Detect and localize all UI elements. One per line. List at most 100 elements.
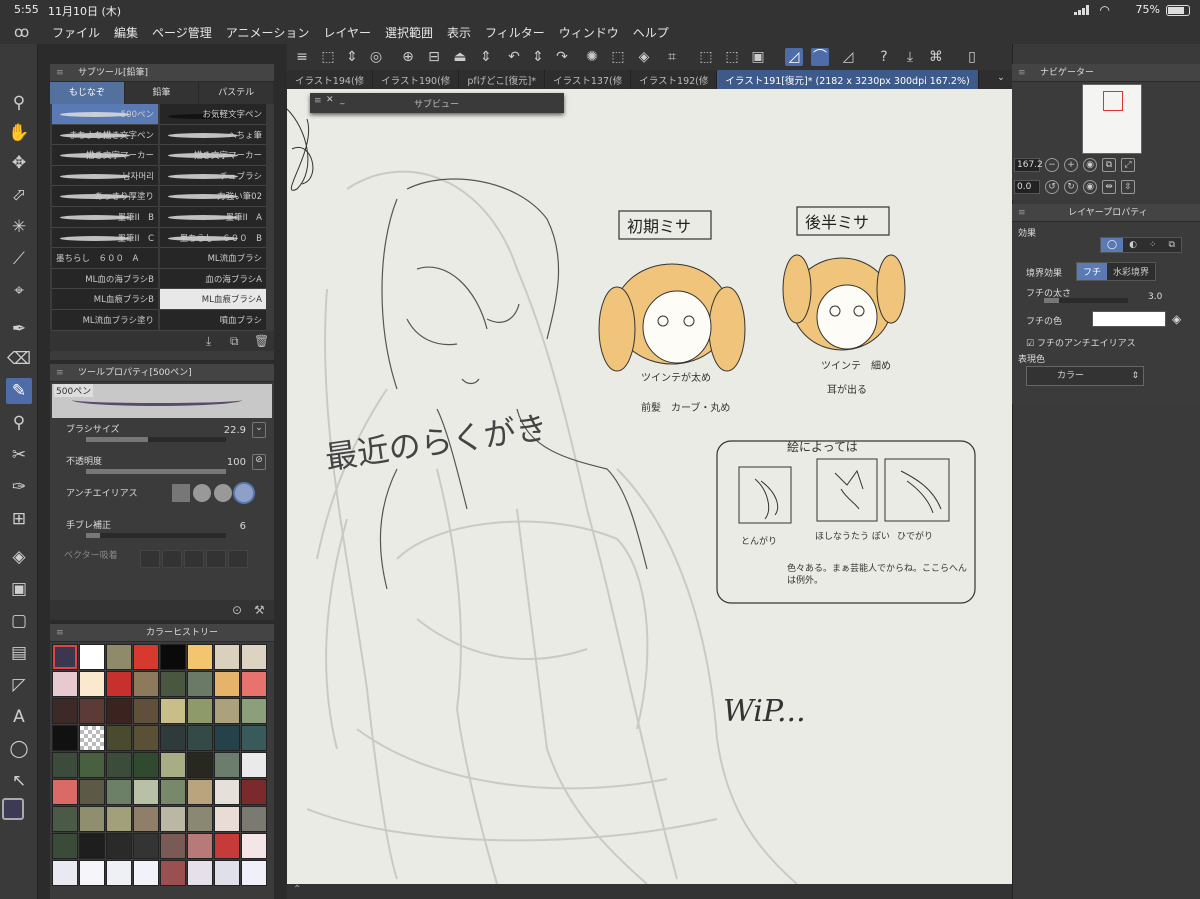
opt-edge[interactable]: フチ (1077, 263, 1108, 280)
grip-icon[interactable]: ≡ (314, 96, 322, 106)
color-swatch[interactable] (133, 671, 159, 697)
menu-animation[interactable]: アニメーション (226, 24, 310, 41)
color-swatch[interactable] (79, 779, 105, 805)
brush-item[interactable]: 力強い筆02 (160, 186, 266, 207)
brush-item[interactable]: チュブラシ (160, 165, 266, 187)
stabilization-row[interactable]: 手ブレ補正 6 (64, 516, 266, 548)
color-swatch[interactable] (187, 671, 213, 697)
color-swatch[interactable] (187, 752, 213, 778)
color-swatch[interactable] (106, 752, 132, 778)
updown-icon[interactable]: ⇕ (477, 48, 495, 66)
doc-tab[interactable]: イラスト137(修 (545, 70, 632, 89)
brush-item[interactable]: 墨筆II A (160, 206, 266, 228)
opt-watercolor[interactable]: 水彩境界 (1107, 263, 1156, 280)
eraser-icon[interactable]: ⌫ (6, 346, 32, 372)
snap-ruler-icon[interactable]: ◿ (785, 48, 803, 66)
doc-tab[interactable]: イラスト192(修 (631, 70, 718, 89)
color-swatch[interactable] (214, 671, 240, 697)
effect-border-icon[interactable]: ◯ (1101, 238, 1124, 252)
effect-dot-icon[interactable]: ⁘ (1142, 238, 1163, 252)
edge-aa-row[interactable]: ☑ フチのアンチエイリアス (1026, 336, 1136, 349)
color-swatch[interactable] (133, 833, 159, 859)
crop-icon[interactable]: ⌗ (663, 48, 681, 66)
color-swatch[interactable] (79, 833, 105, 859)
fill-icon[interactable]: ◈ (1172, 312, 1181, 326)
effect-tone-icon[interactable]: ◐ (1123, 238, 1143, 252)
color-swatch[interactable] (187, 725, 213, 751)
color-swatch[interactable] (79, 725, 105, 751)
antialias-medium[interactable] (214, 484, 232, 502)
color-swatch[interactable] (241, 671, 267, 697)
brush-item[interactable]: 噴血ブラシ (160, 309, 266, 331)
menu-icon[interactable]: ≡ (293, 48, 311, 66)
duplicate-icon[interactable]: ⧉ (230, 334, 239, 349)
effect-layer-icon[interactable]: ⧉ (1162, 238, 1181, 252)
color-swatch[interactable] (187, 698, 213, 724)
move-icon[interactable]: ✥ (6, 150, 32, 176)
selection-icon[interactable]: ▣ (749, 48, 767, 66)
trash-icon[interactable]: 🗑 (254, 334, 269, 348)
brush-item[interactable]: 描き文字マーカー (52, 145, 158, 166)
grid-icon[interactable]: ⊞ (6, 506, 32, 532)
gradient-icon[interactable]: ▣ (6, 576, 32, 602)
brush-item[interactable]: ML流血ブラシ塗り (52, 309, 158, 331)
save-icon[interactable]: ⏏ (451, 48, 469, 66)
grip-icon[interactable]: ≡ (56, 624, 64, 642)
lasso-select-icon[interactable]: ⌖ (6, 278, 32, 304)
color-swatch[interactable] (214, 833, 240, 859)
brush-item[interactable]: 血の海ブラシA (160, 268, 266, 290)
snap-special-icon[interactable]: ⌒ (811, 48, 829, 66)
color-swatch[interactable] (106, 860, 132, 886)
color-swatch[interactable] (187, 860, 213, 886)
color-swatch[interactable] (106, 806, 132, 832)
tab-pastel[interactable]: パステル (199, 82, 275, 104)
opacity-pressure-icon[interactable]: ⊘ (252, 454, 266, 470)
color-swatch[interactable] (214, 725, 240, 751)
rotate-reset-icon[interactable]: ◉ (1083, 180, 1097, 194)
grip-icon[interactable]: ≡ (56, 64, 64, 82)
zoom-icon[interactable]: ⚲ (6, 90, 32, 116)
antialias-weak[interactable] (193, 484, 211, 502)
color-swatch[interactable] (106, 644, 132, 670)
color-swatch[interactable] (214, 752, 240, 778)
app-logo-icon[interactable]: ꝏ (14, 23, 29, 41)
navigator-preview[interactable] (1082, 84, 1142, 154)
rotate-left-icon[interactable]: ↺ (1045, 180, 1059, 194)
minimize-icon[interactable]: _ (340, 95, 345, 105)
color-swatch[interactable] (160, 833, 186, 859)
color-swatch[interactable] (52, 806, 78, 832)
decoration-icon[interactable]: ✂ (6, 442, 32, 468)
color-swatch[interactable] (214, 779, 240, 805)
color-swatch[interactable] (79, 806, 105, 832)
pencil-icon[interactable]: ✎ (6, 378, 32, 404)
updown-icon[interactable]: ⇕ (343, 48, 361, 66)
color-swatch[interactable] (52, 833, 78, 859)
fit-icon[interactable]: ⧉ (1102, 158, 1116, 172)
undo-icon[interactable]: ↶ (505, 48, 523, 66)
pressure-icon[interactable]: ⌄ (252, 422, 266, 438)
export-icon[interactable]: ⤓ (901, 48, 919, 66)
color-swatch[interactable] (160, 860, 186, 886)
pen-icon[interactable]: ✒ (6, 316, 32, 342)
brush-size-row[interactable]: ブラシサイズ 22.9 ⌄ (64, 420, 266, 452)
deselect-icon[interactable]: ⬚ (697, 48, 715, 66)
hand-icon[interactable]: ✋ (6, 120, 32, 146)
auto-select-icon[interactable]: ✳ (6, 214, 32, 240)
cloud-icon[interactable]: ◎ (367, 48, 385, 66)
grip-icon[interactable]: ≡ (1018, 204, 1026, 222)
color-swatch[interactable] (133, 806, 159, 832)
brush-item[interactable]: 墨ちらし ６００ A (52, 248, 158, 269)
color-swatch[interactable] (106, 833, 132, 859)
help-icon[interactable]: ? (875, 48, 893, 66)
vector-snap-row[interactable]: ベクター吸着 (64, 548, 274, 572)
color-swatch[interactable] (241, 752, 267, 778)
menu-window[interactable]: ウィンドウ (559, 24, 619, 41)
color-swatch[interactable] (52, 671, 78, 697)
ink-pen-icon[interactable]: ✑ (6, 474, 32, 500)
brush-item[interactable]: まちよち描き文字ペン (52, 124, 158, 146)
color-swatch[interactable] (160, 725, 186, 751)
color-swatch[interactable] (79, 671, 105, 697)
zoom-out-icon[interactable]: − (1045, 158, 1059, 172)
correct-line-icon[interactable]: ↖ (6, 768, 32, 794)
color-swatch[interactable] (241, 698, 267, 724)
